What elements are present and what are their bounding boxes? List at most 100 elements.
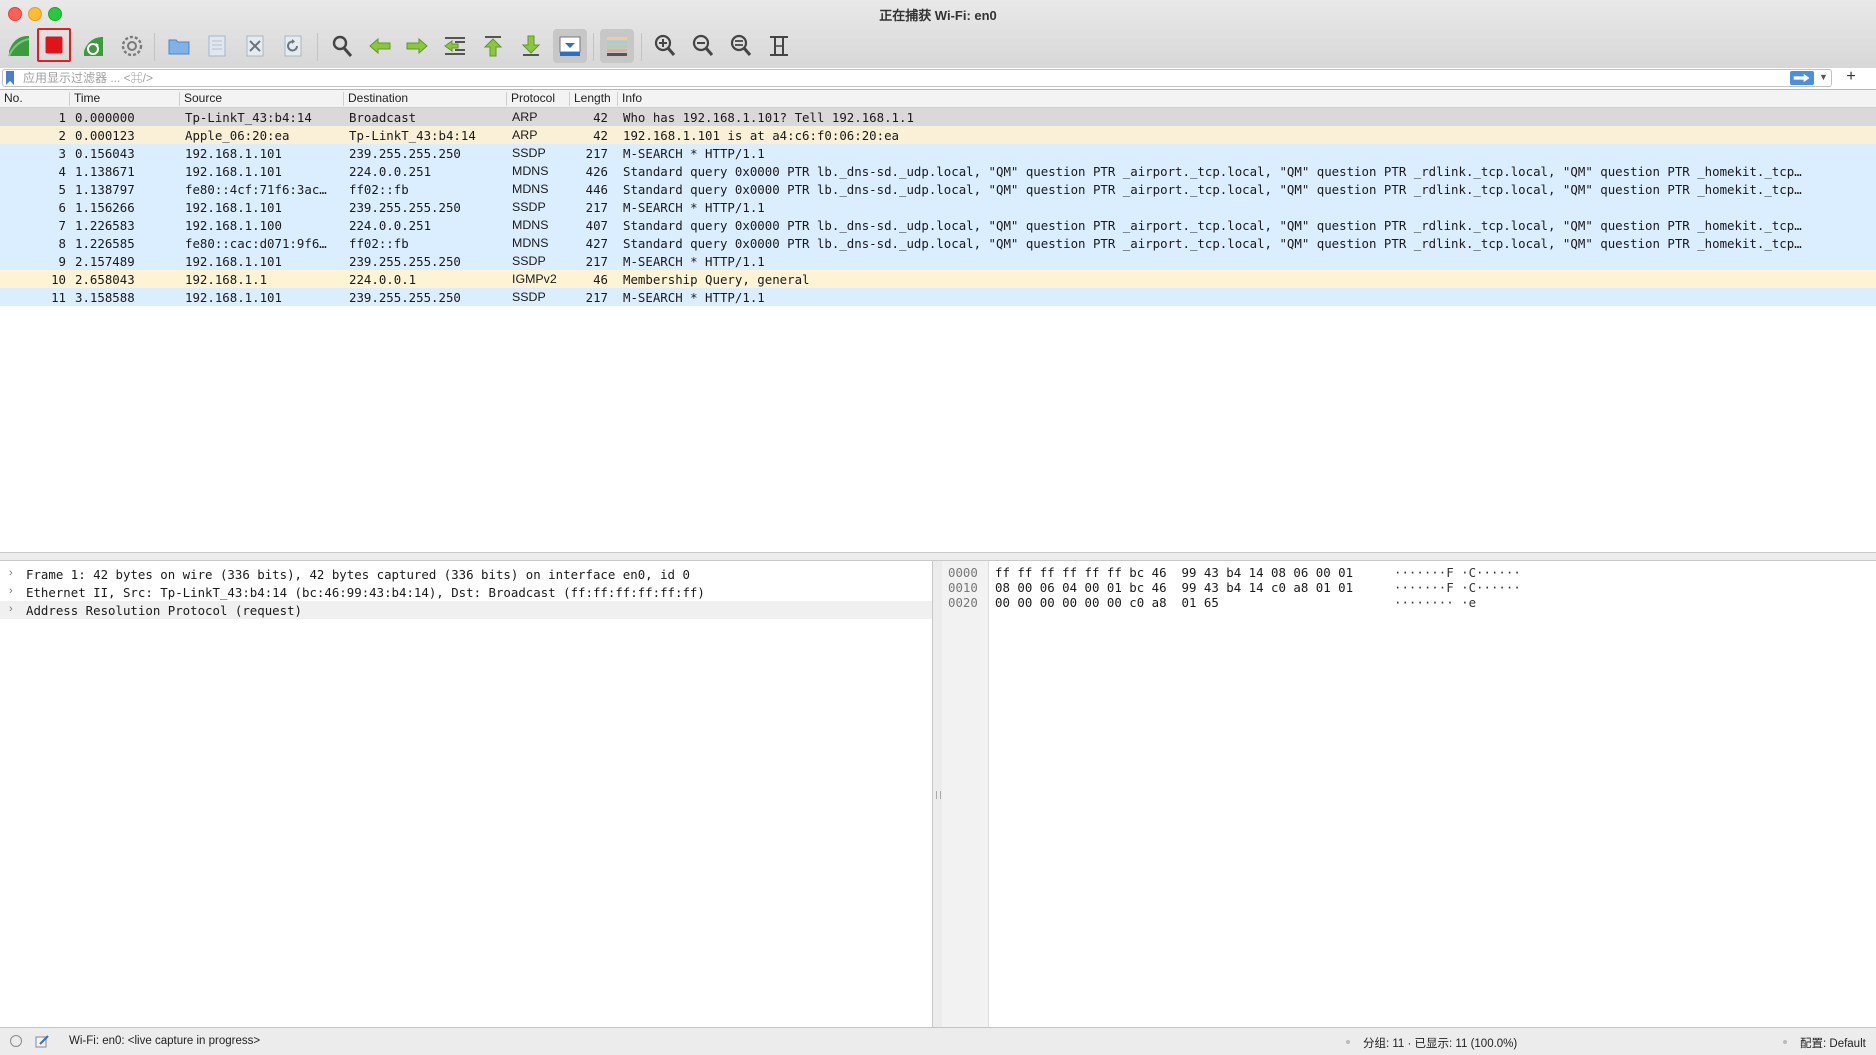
pane-splitter[interactable] bbox=[0, 552, 1876, 561]
auto-scroll-button[interactable] bbox=[553, 29, 587, 63]
bytes-hex[interactable]: 08 00 06 04 00 01 bc 46 99 43 b4 14 c0 a… bbox=[995, 580, 1353, 595]
zoom-in-button[interactable] bbox=[648, 29, 682, 63]
detail-tree-item[interactable]: › Ethernet II, Src: Tp-LinkT_43:b4:14 (bc… bbox=[0, 583, 932, 601]
packet-time-cell: 1.156266 bbox=[75, 200, 135, 215]
packet-info-cell: M-SEARCH * HTTP/1.1 bbox=[623, 290, 765, 305]
display-filter-bar: ▼ + bbox=[0, 68, 1876, 90]
packet-row[interactable]: 10 2.658043 192.168.1.1 224.0.0.1 IGMPv2 46 Me… bbox=[0, 270, 1876, 288]
packet-info-cell: M-SEARCH * HTTP/1.1 bbox=[623, 254, 765, 269]
packet-length-cell: 217 bbox=[585, 146, 608, 161]
packet-protocol-cell: MDNS bbox=[512, 182, 549, 196]
packet-source-cell: 192.168.1.100 bbox=[185, 218, 282, 233]
packet-list-header: No. Time Source Destination Protocol Length In… bbox=[0, 90, 1876, 108]
packet-destination-cell: ff02::fb bbox=[349, 182, 409, 197]
colorize-icon bbox=[607, 37, 627, 56]
packet-time-cell: 3.158588 bbox=[75, 290, 135, 305]
packet-no-cell: 7 bbox=[58, 218, 66, 233]
packet-no-cell: 3 bbox=[58, 146, 66, 161]
bytes-offset: 0010 bbox=[948, 580, 978, 595]
packet-count-text: 分组: 11 · 已显示: 11 (100.0%) bbox=[1363, 1038, 1518, 1050]
packet-row[interactable]: 11 3.158588 192.168.1.101 239.255.255.250 SS… bbox=[0, 288, 1876, 306]
filter-history-chevron-down-icon[interactable]: ▼ bbox=[1819, 72, 1828, 82]
go-to-packet-icon bbox=[444, 37, 465, 55]
packet-protocol-cell: MDNS bbox=[512, 218, 549, 232]
packet-row[interactable]: 5 1.138797 fe80::4cf:71f6:3ac… ff02::fb MDNS… bbox=[0, 180, 1876, 198]
go-to-packet-button[interactable] bbox=[438, 29, 472, 63]
packet-row[interactable]: 4 1.138671 192.168.1.101 224.0.0.251 MDNS 426… bbox=[0, 162, 1876, 180]
column-header-source[interactable]: Source bbox=[180, 91, 222, 106]
packet-destination-cell: Broadcast bbox=[349, 110, 417, 125]
go-forward-button[interactable] bbox=[400, 29, 434, 63]
expand-chevron-right-icon[interactable]: › bbox=[9, 585, 13, 597]
profile-selector[interactable]: 配置: Default bbox=[1800, 1035, 1866, 1051]
bytes-hex[interactable]: ff ff ff ff ff ff bc 46 99 43 b4 14 08 0… bbox=[995, 565, 1353, 580]
stop-capture-button[interactable] bbox=[37, 28, 71, 62]
packet-info-cell: 192.168.1.101 is at a4:c6:f0:06:20:ea bbox=[623, 128, 900, 143]
packet-row[interactable]: 1 0.000000 Tp-LinkT_43:b4:14 Broadcast ARP 42… bbox=[0, 108, 1876, 126]
packet-row[interactable]: 6 1.156266 192.168.1.101 239.255.255.250 SSD… bbox=[0, 198, 1876, 216]
column-header-destination[interactable]: Destination bbox=[344, 91, 408, 106]
packet-no-cell: 2 bbox=[58, 128, 66, 143]
packet-protocol-cell: SSDP bbox=[512, 290, 546, 304]
column-header-length[interactable]: Length bbox=[570, 91, 611, 106]
bytes-hex[interactable]: 00 00 00 00 00 00 c0 a8 01 65 bbox=[995, 595, 1219, 610]
resize-columns-button[interactable] bbox=[762, 29, 796, 63]
zoom-in-icon bbox=[654, 34, 676, 56]
packet-length-cell: 426 bbox=[585, 164, 608, 179]
find-packet-button[interactable] bbox=[325, 29, 359, 63]
packet-row[interactable]: 9 2.157489 192.168.1.101 239.255.255.250 SSD… bbox=[0, 252, 1876, 270]
packet-protocol-cell: ARP bbox=[512, 128, 538, 142]
packet-time-cell: 1.138797 bbox=[75, 182, 135, 197]
display-filter-input[interactable] bbox=[2, 69, 1832, 87]
packet-row[interactable]: 7 1.226583 192.168.1.100 224.0.0.251 MDNS 407… bbox=[0, 216, 1876, 234]
capture-options-button[interactable] bbox=[115, 29, 149, 63]
expert-info-icon[interactable] bbox=[10, 1035, 22, 1047]
reload-file-button[interactable] bbox=[276, 29, 310, 63]
open-file-button[interactable] bbox=[162, 29, 196, 63]
filter-bookmark-icon[interactable] bbox=[6, 71, 14, 85]
bytes-ascii[interactable]: ········ ·e bbox=[1394, 595, 1476, 610]
vertical-splitter[interactable] bbox=[933, 561, 942, 1027]
expand-chevron-right-icon[interactable]: › bbox=[9, 603, 13, 615]
add-filter-button[interactable]: + bbox=[1842, 68, 1860, 86]
packet-destination-cell: 239.255.255.250 bbox=[349, 200, 461, 215]
save-file-button[interactable] bbox=[200, 29, 234, 63]
packet-no-cell: 1 bbox=[58, 110, 66, 125]
normal-size-icon bbox=[730, 34, 752, 56]
packet-row[interactable]: 2 0.000123 Apple_06:20:ea Tp-LinkT_43:b4:14… bbox=[0, 126, 1876, 144]
apply-filter-icon[interactable] bbox=[1790, 71, 1814, 85]
bytes-ascii[interactable]: ·······F ·C······ bbox=[1394, 580, 1521, 595]
go-first-button[interactable] bbox=[476, 29, 510, 63]
packet-time-cell: 0.156043 bbox=[75, 146, 135, 161]
zoom-out-button[interactable] bbox=[686, 29, 720, 63]
go-last-button[interactable] bbox=[514, 29, 548, 63]
close-file-button[interactable] bbox=[238, 29, 272, 63]
start-capture-button[interactable] bbox=[2, 29, 36, 63]
restart-capture-button[interactable] bbox=[76, 29, 110, 63]
packet-length-cell: 42 bbox=[593, 128, 608, 143]
packet-info-cell: Standard query 0x0000 PTR lb._dns-sd._ud… bbox=[623, 236, 1802, 251]
packet-destination-cell: 224.0.0.251 bbox=[349, 218, 432, 233]
expand-chevron-right-icon[interactable]: › bbox=[9, 567, 13, 579]
stop-capture-icon bbox=[45, 36, 63, 54]
packet-protocol-cell: IGMPv2 bbox=[512, 272, 557, 286]
packet-time-cell: 0.000123 bbox=[75, 128, 135, 143]
packet-protocol-cell: SSDP bbox=[512, 146, 546, 160]
go-back-button[interactable] bbox=[363, 29, 397, 63]
detail-tree-item[interactable]: › Frame 1: 42 bytes on wire (336 bits), 4… bbox=[0, 565, 932, 583]
detail-tree-item[interactable]: › Address Resolution Protocol (request) bbox=[0, 601, 932, 619]
column-header-no[interactable]: No. bbox=[0, 91, 23, 106]
packet-destination-cell: ff02::fb bbox=[349, 236, 409, 251]
packet-time-cell: 2.658043 bbox=[75, 272, 135, 287]
bytes-ascii[interactable]: ·······F ·C······ bbox=[1394, 565, 1521, 580]
column-header-info[interactable]: Info bbox=[618, 91, 642, 106]
normal-size-button[interactable] bbox=[724, 29, 758, 63]
colorize-button[interactable] bbox=[600, 29, 634, 63]
column-header-protocol[interactable]: Protocol bbox=[507, 91, 555, 106]
packet-source-cell: 192.168.1.101 bbox=[185, 164, 282, 179]
packet-row[interactable]: 3 0.156043 192.168.1.101 239.255.255.250 SSD… bbox=[0, 144, 1876, 162]
column-header-time[interactable]: Time bbox=[70, 91, 100, 106]
capture-comment-icon[interactable] bbox=[34, 1033, 50, 1049]
packet-protocol-cell: SSDP bbox=[512, 200, 546, 214]
packet-row[interactable]: 8 1.226585 fe80::cac:d071:9f6… ff02::fb MDNS… bbox=[0, 234, 1876, 252]
